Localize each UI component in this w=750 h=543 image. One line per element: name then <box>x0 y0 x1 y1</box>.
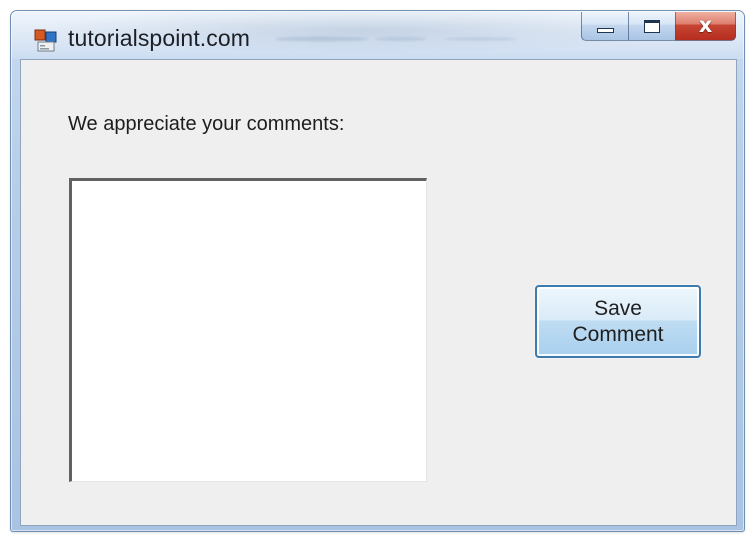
maximize-icon <box>644 19 660 33</box>
window-controls: x <box>581 12 736 41</box>
comments-textarea[interactable] <box>69 178 427 482</box>
window-title: tutorialspoint.com <box>68 25 251 51</box>
minimize-button[interactable] <box>581 12 628 41</box>
form-client-area: We appreciate your comments: Save Commen… <box>20 59 737 526</box>
minimize-icon <box>596 27 614 33</box>
app-icon <box>34 29 57 52</box>
app-window: tutorialspoint.com x We appreciate your … <box>10 10 745 532</box>
title-bar[interactable]: tutorialspoint.com x <box>11 11 744 59</box>
save-comment-button-label: Save Comment <box>572 296 664 346</box>
close-button[interactable]: x <box>675 12 736 41</box>
title-bar-background-reflection <box>276 29 526 49</box>
save-comment-button[interactable]: Save Comment <box>535 285 701 358</box>
maximize-button[interactable] <box>628 12 675 41</box>
comments-label: We appreciate your comments: <box>68 113 345 135</box>
close-icon: x <box>698 13 713 37</box>
